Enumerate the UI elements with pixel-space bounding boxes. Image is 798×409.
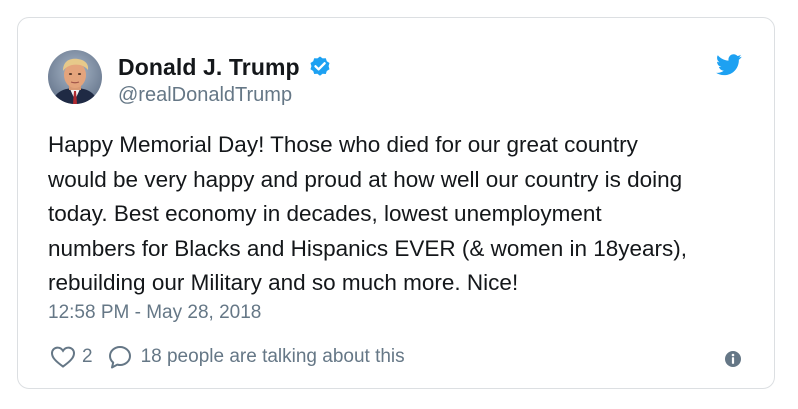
tweet-actions: 2 18 people are talking about this bbox=[50, 342, 405, 372]
tweet-card: Donald J. Trump @realDonaldTrump Happy M… bbox=[17, 17, 775, 389]
reply-bubble-icon bbox=[107, 344, 133, 370]
display-name[interactable]: Donald J. Trump bbox=[118, 54, 300, 81]
tweet-text: Happy Memorial Day! Those who died for o… bbox=[48, 132, 688, 295]
like-count: 2 bbox=[82, 346, 93, 367]
twitter-bird-icon[interactable] bbox=[716, 54, 742, 76]
heart-icon bbox=[50, 345, 76, 369]
author-handle[interactable]: @realDonaldTrump bbox=[118, 84, 292, 107]
talking-link[interactable]: 18 people are talking about this bbox=[107, 344, 405, 370]
verified-badge-icon bbox=[308, 55, 332, 79]
author-row: Donald J. Trump bbox=[118, 52, 332, 82]
avatar[interactable] bbox=[48, 50, 102, 104]
like-button[interactable]: 2 bbox=[50, 345, 107, 369]
talking-count-text: 18 people are talking about this bbox=[140, 346, 405, 367]
tweet-timestamp[interactable]: 12:58 PM - May 28, 2018 bbox=[48, 302, 261, 324]
info-icon[interactable] bbox=[724, 350, 742, 368]
